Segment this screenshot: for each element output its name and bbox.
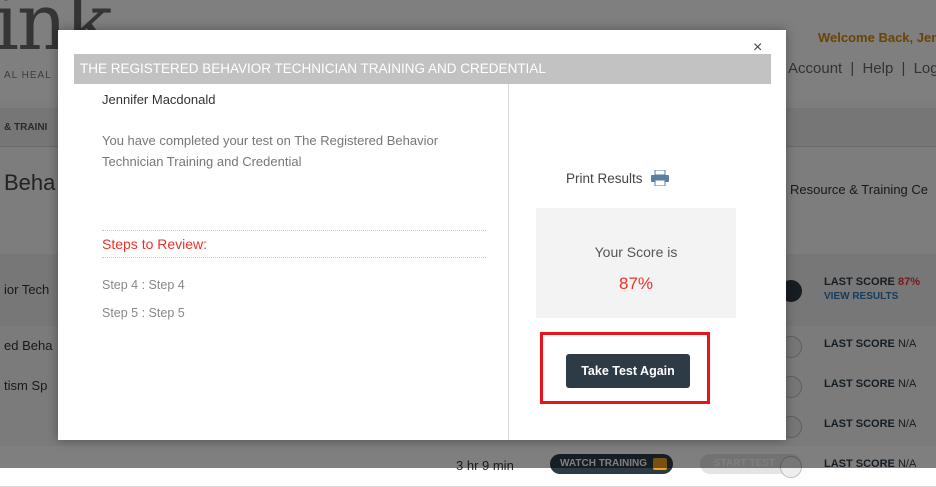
score-label: Your Score is: [594, 244, 678, 260]
steps-to-review-heading: Steps to Review:: [102, 230, 486, 258]
printer-icon: [650, 169, 670, 189]
print-results-label: Print Results: [566, 171, 643, 187]
score-panel: Your Score is 87%: [536, 208, 736, 318]
print-results-button[interactable]: Print Results: [566, 169, 670, 189]
review-step: Step 5 : Step 5: [102, 306, 185, 320]
modal-title: THE REGISTERED BEHAVIOR TECHNICIAN TRAIN…: [74, 54, 771, 84]
review-step: Step 4 : Step 4: [102, 278, 185, 292]
score-value: 87%: [618, 274, 654, 293]
take-test-again-button[interactable]: Take Test Again: [566, 354, 690, 388]
student-name: Jennifer Macdonald: [102, 92, 216, 107]
test-results-modal: × THE REGISTERED BEHAVIOR TECHNICIAN TRA…: [58, 30, 786, 440]
column-divider: [508, 84, 509, 440]
completion-message: You have completed your test on The Regi…: [102, 133, 439, 169]
